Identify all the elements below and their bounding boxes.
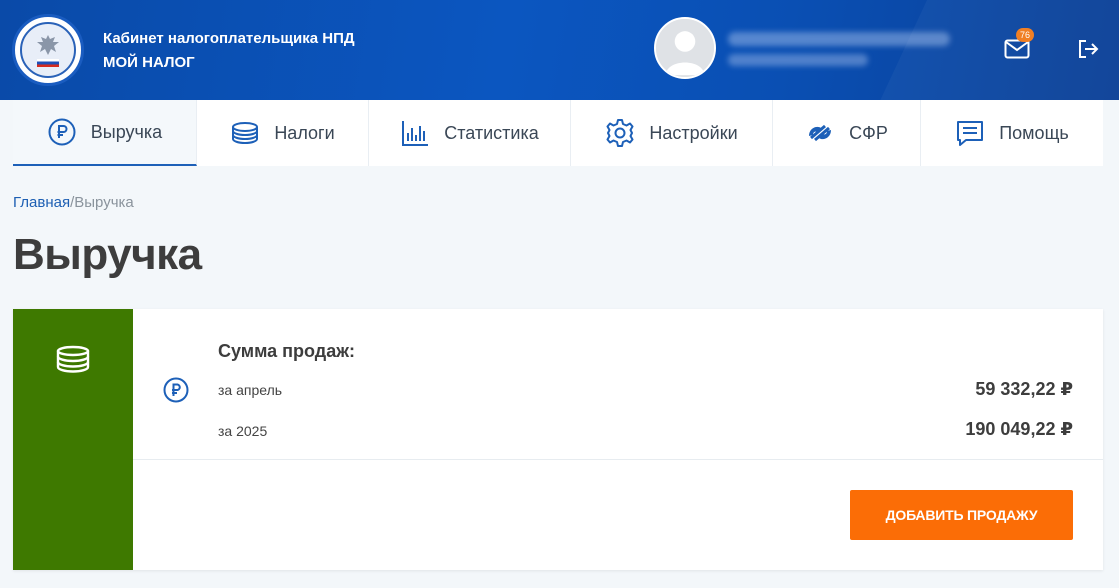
breadcrumb-home[interactable]: Главная <box>13 194 70 211</box>
ruble-icon <box>163 377 189 403</box>
brand-line2: МОЙ НАЛОГ <box>103 54 195 71</box>
user-inn-blurred <box>728 54 868 66</box>
user-name-blurred <box>728 32 950 46</box>
tab-settings-label: Настройки <box>649 122 738 143</box>
sfr-icon <box>809 124 832 142</box>
chat-icon <box>957 121 984 146</box>
bar-chart-icon <box>402 121 429 146</box>
page-title: Выручка <box>13 230 202 279</box>
breadcrumb-current: Выручка <box>74 194 134 211</box>
sales-card: Сумма продаж: за апрель 59 332,22 ₽ за 2… <box>13 309 1103 570</box>
notifications-badge: 76 <box>1016 28 1034 42</box>
tab-sfr[interactable]: СФР <box>773 100 921 166</box>
sales-year-value: 190 049,22 ₽ <box>965 419 1073 439</box>
logout-icon[interactable] <box>1077 39 1099 59</box>
tab-statistics[interactable]: Статистика <box>369 100 571 166</box>
tab-statistics-label: Статистика <box>444 122 539 143</box>
fns-emblem-icon[interactable] <box>12 14 84 86</box>
tab-taxes-label: Налоги <box>274 122 335 143</box>
tab-help[interactable]: Помощь <box>921 100 1103 166</box>
tab-revenue[interactable]: Выручка <box>13 100 197 166</box>
tab-settings[interactable]: Настройки <box>571 100 773 166</box>
add-sale-button[interactable]: ДОБАВИТЬ ПРОДАЖУ <box>850 490 1073 540</box>
sales-year-label: за 2025 <box>218 423 268 439</box>
sales-month-value: 59 332,22 ₽ <box>975 379 1073 399</box>
tab-revenue-label: Выручка <box>90 121 163 142</box>
brand-line1: Кабинет налогоплательщика НПД <box>103 30 355 47</box>
mail-icon[interactable] <box>1004 39 1030 59</box>
brand-title[interactable]: Кабинет налогоплательщика НПД МОЙ НАЛОГ <box>103 27 355 75</box>
ruble-icon <box>48 118 76 146</box>
app-header: Кабинет налогоплательщика НПД МОЙ НАЛОГ … <box>0 0 1119 100</box>
sales-sum-title: Сумма продаж: <box>218 341 355 361</box>
card-divider <box>133 459 1103 460</box>
card-side-panel <box>13 309 133 570</box>
avatar[interactable] <box>654 17 716 79</box>
sales-month-label: за апрель <box>218 382 283 398</box>
gear-icon <box>606 119 634 147</box>
breadcrumb: Главная/Выручка <box>13 194 134 211</box>
tab-sfr-label: СФР <box>849 122 888 143</box>
coins-icon <box>232 122 259 145</box>
main-nav: Выручка Налоги Статистика Настройки СФР <box>13 100 1103 166</box>
coins-icon <box>56 345 90 373</box>
tab-help-label: Помощь <box>999 122 1069 143</box>
tab-taxes[interactable]: Налоги <box>197 100 369 166</box>
